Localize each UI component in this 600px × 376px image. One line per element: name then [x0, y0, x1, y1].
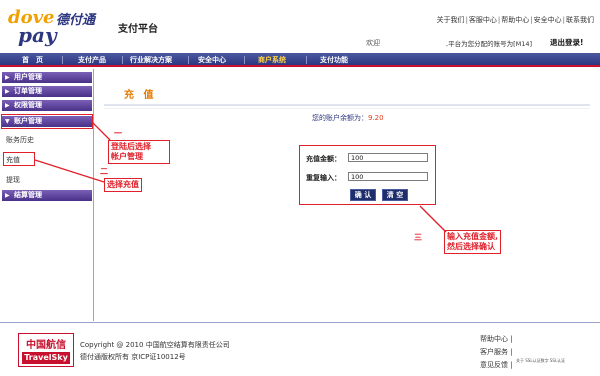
- logo-text-cn: 德付通: [56, 12, 97, 28]
- nav-payment-functions[interactable]: 支付功能: [320, 53, 348, 67]
- logo-text-bottom: pay: [18, 23, 58, 47]
- sidebar-section-orders[interactable]: ▶ 订单管理: [2, 86, 92, 97]
- top-link-service[interactable]: 客服中心: [469, 16, 497, 24]
- confirm-button[interactable]: 确 认: [350, 189, 376, 201]
- repeat-amount-input[interactable]: [348, 172, 428, 181]
- annotation-step3-number: 三: [414, 233, 422, 242]
- triangle-icon: ▶: [5, 74, 10, 81]
- triangle-icon: ▶: [5, 88, 10, 95]
- title-divider-2: [104, 108, 590, 109]
- top-links: 关于我们|客服中心|帮助中心|安全中心|联系我们: [436, 16, 594, 24]
- page: dove pay 德付通 支付平台 关于我们|客服中心|帮助中心|安全中心|联系…: [0, 0, 600, 376]
- footer-link-feedback[interactable]: 意见反馈 |: [480, 360, 513, 370]
- top-link-security[interactable]: 安全中心: [534, 16, 562, 24]
- arrow-step1: [92, 122, 111, 141]
- triangle-icon: ▶: [5, 102, 10, 109]
- logout-link[interactable]: 退出登录!: [550, 37, 583, 48]
- nav-payment-products[interactable]: 支付产品: [78, 53, 106, 67]
- triangle-icon: ▶: [5, 192, 10, 199]
- top-link-contact[interactable]: 联系我们: [566, 16, 594, 24]
- amount-input[interactable]: [348, 153, 428, 162]
- balance-text: 您的账户余额为：9.20: [312, 114, 384, 122]
- top-link-help[interactable]: 帮助中心: [501, 16, 529, 24]
- footer-divider: [0, 322, 600, 323]
- sidebar-section-permissions[interactable]: ▶ 权限管理: [2, 100, 92, 111]
- clear-button[interactable]: 清 空: [382, 189, 408, 201]
- sidebar-item-account-history[interactable]: 账务历史: [6, 135, 34, 145]
- sidebar-section-users[interactable]: ▶ 用户管理: [2, 72, 92, 83]
- sidebar-item-withdraw[interactable]: 提现: [6, 175, 20, 185]
- footer-link-service[interactable]: 客户服务 |: [480, 347, 513, 357]
- annotation-step2-number: 二: [100, 167, 108, 176]
- annotation-step1-number: 一: [114, 129, 122, 138]
- highlight-recharge-box: [3, 152, 35, 166]
- account-info: ,平台为您分配的账号为[M14]: [446, 40, 533, 48]
- title-divider: [104, 104, 590, 106]
- sidebar-section-settlement[interactable]: ▶ 结算管理: [2, 190, 92, 201]
- dovepay-logo[interactable]: dove pay 德付通: [6, 6, 102, 48]
- nav-security-center[interactable]: 安全中心: [198, 53, 226, 67]
- icp-text: 德付通版权所有 京ICP证10012号: [80, 353, 186, 361]
- nav-industry-solutions[interactable]: 行业解决方案: [130, 53, 172, 67]
- nav-home[interactable]: 首 页: [22, 53, 43, 67]
- annotation-step2: 选择充值: [104, 178, 142, 192]
- repeat-amount-label: 重复输入：: [306, 174, 341, 182]
- amount-label: 充值金额：: [306, 155, 341, 163]
- top-link-about[interactable]: 关于我们: [437, 16, 465, 24]
- copyright-text: Copyright @ 2010 中国航空结算有限责任公司: [80, 341, 230, 349]
- annotation-step3: 输入充值金额, 然后选择确认: [444, 230, 502, 254]
- main-nav: 首 页 支付产品 行业解决方案 安全中心 商户系统 支付功能: [0, 53, 600, 67]
- nav-merchant-system[interactable]: 商户系统: [258, 53, 286, 67]
- ssl-badge-text: 关于 SSL认证数字 SSL认证: [516, 358, 566, 363]
- footer-link-help[interactable]: 帮助中心 |: [480, 334, 513, 344]
- annotation-step1: 登陆后选择 帐户管理: [108, 140, 170, 164]
- welcome-text: 欢迎: [366, 39, 380, 47]
- balance-value: 9.20: [368, 114, 384, 122]
- highlight-account-box: [1, 114, 93, 129]
- travelsky-logo: 中国航信 TravelSky: [18, 333, 74, 367]
- page-title: 充 值: [124, 90, 157, 101]
- sidebar: ▶ 用户管理 ▶ 订单管理 ▶ 权限管理 ▼ 账户管理 账务历史 充值 提现 ▶ 结算管理: [0, 69, 94, 321]
- arrow-step3: [419, 205, 447, 233]
- platform-title: 支付平台: [118, 24, 158, 35]
